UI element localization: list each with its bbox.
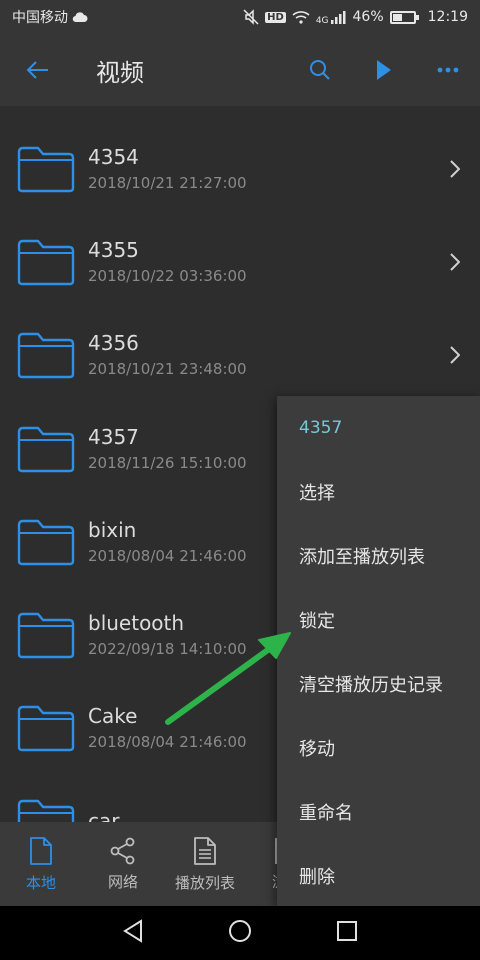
folder-name: 4355 bbox=[88, 237, 139, 262]
battery-percent: 46% bbox=[352, 9, 384, 25]
folder-row[interactable]: 4355 2018/10/22 03:36:00 bbox=[0, 215, 480, 308]
mute-icon bbox=[243, 9, 259, 25]
folder-icon bbox=[17, 333, 75, 379]
back-button[interactable] bbox=[0, 34, 76, 106]
folder-name: 4357 bbox=[88, 424, 139, 449]
carrier-group: 中国移动 bbox=[12, 7, 88, 27]
triangle-back-icon bbox=[123, 919, 142, 943]
search-icon bbox=[310, 60, 330, 80]
bottom-nav-item[interactable]: 网络 bbox=[82, 822, 164, 906]
folder-texts: bluetooth 2022/09/18 14:10:00 bbox=[88, 610, 247, 660]
app-bar-actions bbox=[288, 34, 480, 106]
context-menu-header: 4357 bbox=[299, 418, 343, 438]
share-icon bbox=[110, 837, 135, 864]
chevron-right-icon bbox=[450, 253, 460, 271]
system-nav-bar bbox=[0, 906, 480, 960]
play-button[interactable] bbox=[352, 34, 416, 106]
context-menu: 4357 选择 添加至播放列表 锁定 清空播放历史记录 移动 重命名 删除 bbox=[277, 396, 480, 906]
signal-label: 4G bbox=[315, 16, 329, 26]
folder-icon bbox=[17, 799, 75, 822]
folder-texts: 4355 2018/10/22 03:36:00 bbox=[88, 237, 247, 287]
file-icon bbox=[30, 836, 52, 865]
wifi-icon bbox=[292, 11, 310, 24]
folder-texts: car bbox=[88, 808, 119, 822]
arrow-left-icon bbox=[26, 61, 48, 79]
cloud-icon bbox=[72, 12, 88, 23]
context-menu-item[interactable]: 删除 bbox=[277, 844, 480, 908]
folder-date: 2018/11/26 15:10:00 bbox=[88, 453, 247, 472]
folder-icon bbox=[17, 239, 75, 286]
folder-name: Cake bbox=[88, 704, 138, 729]
folder-texts: 4356 2018/10/21 23:48:00 bbox=[88, 330, 247, 380]
folder-icon bbox=[17, 612, 75, 659]
chevron-right-icon bbox=[450, 159, 460, 178]
folder-icon bbox=[17, 146, 75, 192]
folder-name: car bbox=[88, 808, 120, 822]
folder-texts: Cake 2018/08/04 21:46:00 bbox=[88, 703, 247, 753]
context-menu-item[interactable]: 选择 bbox=[277, 460, 480, 524]
system-recents-button[interactable] bbox=[336, 920, 358, 946]
document-icon bbox=[194, 836, 216, 865]
carrier-name: 中国移动 bbox=[12, 10, 68, 26]
page-title: 视频 bbox=[96, 58, 144, 87]
folder-texts: 4357 2018/11/26 15:10:00 bbox=[88, 424, 247, 474]
search-button[interactable] bbox=[288, 34, 352, 106]
bottom-nav-item[interactable]: 播放列表 bbox=[164, 822, 246, 906]
bottom-nav-label: 网络 bbox=[107, 872, 138, 891]
bottom-nav-item[interactable]: 本地 bbox=[0, 822, 82, 906]
play-icon bbox=[377, 60, 391, 80]
folder-icon bbox=[17, 426, 75, 472]
folder-date: 2018/10/21 23:48:00 bbox=[88, 360, 247, 379]
folder-texts: bixin 2018/08/04 21:46:00 bbox=[88, 517, 247, 567]
status-bar: 中国移动 HD 4G 46% 12:19 bbox=[0, 0, 480, 34]
square-recents-icon bbox=[337, 921, 357, 941]
folder-date: 2022/09/18 14:10:00 bbox=[88, 640, 247, 659]
folder-date: 2018/08/04 21:46:00 bbox=[88, 546, 247, 565]
context-menu-item[interactable]: 清空播放历史记录 bbox=[277, 652, 480, 716]
clock: 12:19 bbox=[427, 9, 468, 25]
screen: 中国移动 HD 4G 46% 12:19 视频 4354 2018/10/21 … bbox=[0, 0, 480, 960]
bottom-nav-label: 播放列表 bbox=[174, 873, 235, 892]
circle-home-icon bbox=[229, 920, 251, 942]
folder-icon bbox=[17, 706, 75, 752]
context-menu-item[interactable]: 锁定 bbox=[277, 588, 480, 652]
folder-icon bbox=[17, 519, 75, 566]
context-menu-item[interactable]: 添加至播放列表 bbox=[277, 524, 480, 588]
folder-name: 4354 bbox=[88, 144, 139, 169]
folder-name: bixin bbox=[88, 517, 137, 542]
battery-icon bbox=[389, 10, 419, 24]
status-right: HD 4G 46% 12:19 bbox=[243, 8, 468, 26]
folder-name: 4356 bbox=[88, 331, 139, 356]
app-bar: 视频 bbox=[0, 34, 480, 106]
bottom-nav-label: 本地 bbox=[25, 873, 56, 892]
system-back-button[interactable] bbox=[122, 919, 144, 947]
hd-badge: HD bbox=[265, 11, 286, 23]
folder-row[interactable]: 4354 2018/10/21 21:27:00 bbox=[0, 122, 480, 215]
battery-fill bbox=[392, 13, 402, 21]
folder-texts: 4354 2018/10/21 21:27:00 bbox=[88, 144, 247, 194]
more-icon bbox=[437, 67, 459, 73]
folder-date: 2018/08/04 21:46:00 bbox=[88, 733, 247, 752]
more-button[interactable] bbox=[416, 34, 480, 106]
folder-name: bluetooth bbox=[88, 611, 185, 636]
context-menu-item[interactable]: 重命名 bbox=[277, 780, 480, 844]
context-menu-item[interactable]: 移动 bbox=[277, 716, 480, 780]
folder-row[interactable]: 4356 2018/10/21 23:48:00 bbox=[0, 309, 480, 402]
chevron-right-icon bbox=[450, 346, 460, 364]
signal-icon bbox=[330, 11, 346, 24]
system-home-button[interactable] bbox=[228, 919, 252, 947]
folder-date: 2018/10/21 21:27:00 bbox=[88, 173, 247, 192]
folder-date: 2018/10/22 03:36:00 bbox=[88, 266, 247, 285]
